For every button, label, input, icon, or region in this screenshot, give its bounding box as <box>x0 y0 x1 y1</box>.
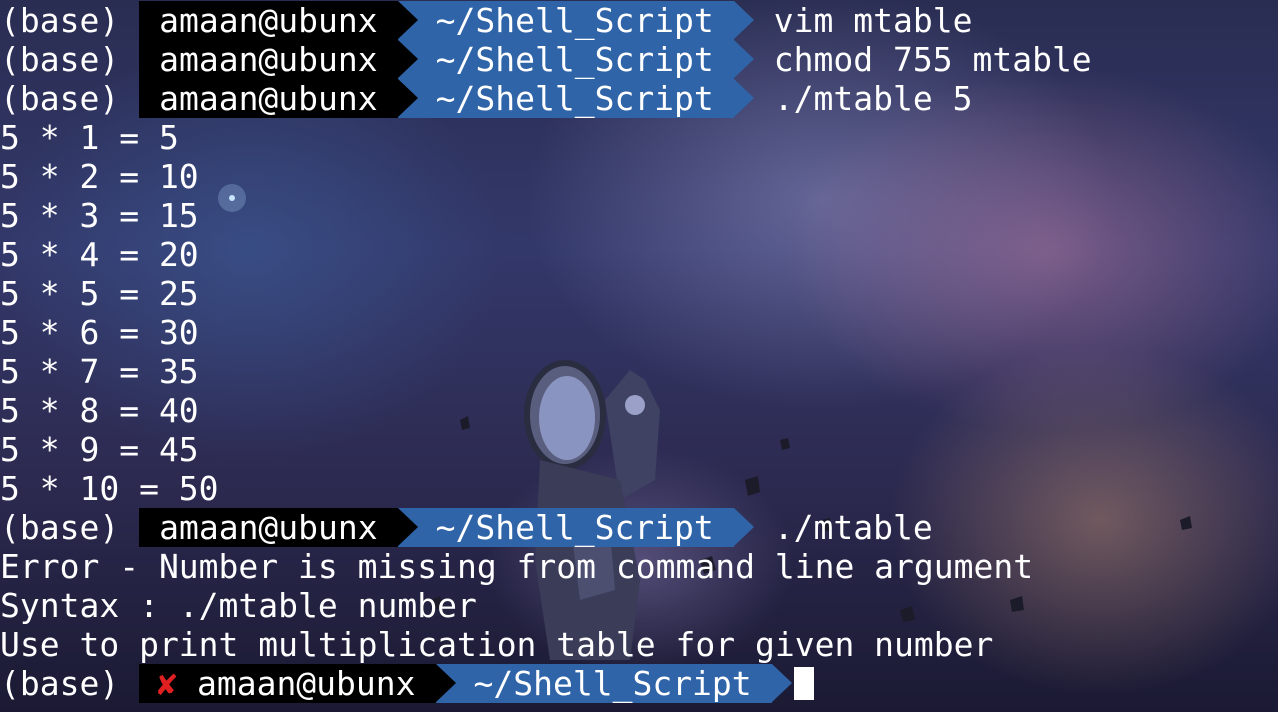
prompt-user: amaan@ubunx <box>159 79 378 118</box>
prompt-dir: ~/Shell_Script <box>435 40 714 79</box>
powerline-separator-icon <box>397 40 418 78</box>
prompt-dir: ~/Shell_Script <box>435 79 714 118</box>
text-cursor[interactable] <box>793 667 814 700</box>
prompt-user-segment: amaan@ubunx <box>139 79 418 118</box>
output-line: 5 * 10 = 50 <box>0 469 219 508</box>
prompt-dir-segment: ~/Shell_Script <box>397 40 754 79</box>
output-line: 5 * 5 = 25 <box>0 274 199 313</box>
cross-icon: ✘ <box>157 664 177 703</box>
output-line: 5 * 2 = 10 <box>0 157 199 196</box>
powerline-separator-icon <box>733 40 754 78</box>
powerline-separator-icon <box>397 508 418 546</box>
output-line: 5 * 7 = 35 <box>0 352 199 391</box>
prompt-line: (base) amaan@ubunx ~/Shell_Script chmod 75… <box>0 40 1092 79</box>
powerline-separator-icon <box>733 1 754 39</box>
prompt-dir-segment: ~/Shell_Script <box>397 508 754 547</box>
prompt-dir-segment: ~/Shell_Script <box>435 664 792 703</box>
prompt-user: amaan@ubunx <box>196 664 416 703</box>
output-line: 5 * 9 = 45 <box>0 430 199 469</box>
prompt-user: amaan@ubunx <box>159 1 378 40</box>
conda-env-label: (base) <box>0 79 120 118</box>
prompt-user-segment: amaan@ubunx <box>139 508 418 547</box>
prompt-dir: ~/Shell_Script <box>435 508 714 547</box>
output-line: 5 * 8 = 40 <box>0 391 199 430</box>
active-prompt-line[interactable]: (base) ✘ amaan@ubunx ~/Shell_Script <box>0 664 814 703</box>
prompt-line: (base) amaan@ubunx ~/Shell_Script ./mtable <box>0 508 933 547</box>
error-line: Use to print multiplication table for gi… <box>0 625 994 664</box>
output-line: 5 * 4 = 20 <box>0 235 199 274</box>
command-text: ./mtable <box>773 508 933 547</box>
prompt-line: (base) amaan@ubunx ~/Shell_Script vim mtab… <box>0 1 972 40</box>
error-line: Syntax : ./mtable number <box>0 586 477 625</box>
conda-env-label: (base) <box>0 508 120 547</box>
powerline-separator-icon <box>435 664 456 702</box>
prompt-user-segment: amaan@ubunx <box>139 1 418 40</box>
prompt-dir: ~/Shell_Script <box>473 664 752 703</box>
prompt-user-segment: ✘ amaan@ubunx <box>139 664 456 703</box>
prompt-dir: ~/Shell_Script <box>435 1 714 40</box>
powerline-separator-icon <box>733 79 754 117</box>
error-line: Error - Number is missing from command l… <box>0 547 1034 586</box>
command-text: chmod 755 mtable <box>773 40 1092 79</box>
prompt-user-segment: amaan@ubunx <box>139 40 418 79</box>
conda-env-label: (base) <box>0 664 120 703</box>
terminal-window[interactable]: (base) amaan@ubunx ~/Shell_Script vim mtab… <box>0 0 1278 712</box>
prompt-user: amaan@ubunx <box>159 40 378 79</box>
command-text: vim mtable <box>773 1 973 40</box>
conda-env-label: (base) <box>0 1 120 40</box>
prompt-dir-segment: ~/Shell_Script <box>397 79 754 118</box>
powerline-separator-icon <box>771 664 792 702</box>
prompt-user: amaan@ubunx <box>159 508 378 547</box>
powerline-separator-icon <box>733 508 754 546</box>
command-text: ./mtable 5 <box>773 79 973 118</box>
output-line: 5 * 3 = 15 <box>0 196 199 235</box>
prompt-line: (base) amaan@ubunx ~/Shell_Script ./mtable… <box>0 79 972 118</box>
output-line: 5 * 6 = 30 <box>0 313 199 352</box>
output-line: 5 * 1 = 5 <box>0 118 179 157</box>
conda-env-label: (base) <box>0 40 120 79</box>
prompt-dir-segment: ~/Shell_Script <box>397 1 754 40</box>
powerline-separator-icon <box>397 79 418 117</box>
powerline-separator-icon <box>397 1 418 39</box>
